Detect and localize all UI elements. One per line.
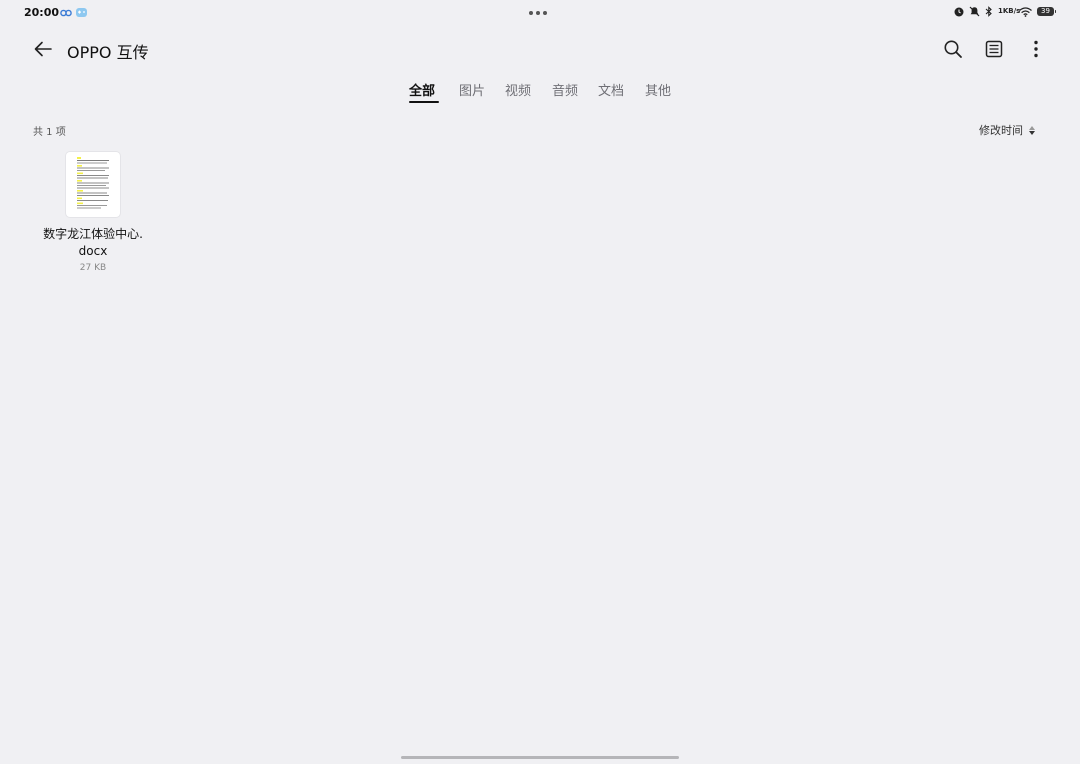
home-indicator[interactable] [401,756,679,759]
sort-label: 修改时间 [979,124,1023,137]
back-button[interactable] [30,36,56,62]
active-tab-indicator [409,101,439,103]
tab-audio[interactable]: 音频 [552,80,578,99]
multitask-dots[interactable] [529,11,547,15]
status-bar: 20:00 1KB/s 39 [0,0,1080,26]
bluetooth-icon [985,6,992,17]
tab-all[interactable]: 全部 [409,80,435,99]
document-thumbnail-icon [66,152,120,217]
status-left-icons [60,7,88,18]
status-time: 20:00 [24,6,60,19]
alarm-icon [954,7,964,16]
network-speed: 1KB/s [998,7,1021,15]
page-title: OPPO 互传 [67,43,149,62]
tab-videos[interactable]: 视频 [505,80,531,99]
item-count: 共 1 项 [33,127,66,138]
search-button[interactable] [940,36,966,62]
link-icon [60,9,72,16]
tab-images[interactable]: 图片 [459,80,485,99]
sort-control[interactable]: 修改时间 [979,122,1035,138]
file-size: 27 KB [79,263,107,273]
sort-arrows-icon [1029,125,1035,135]
tab-other[interactable]: 其他 [645,80,671,99]
more-options-button[interactable] [1023,36,1049,62]
file-name: 数字龙江体验中心.docx [43,227,143,258]
status-right-icons: 1KB/s 39 [954,6,1056,17]
wifi-icon [1019,6,1032,17]
mute-icon [969,6,980,17]
category-tabs: 全部 图片 视频 音频 文档 其他 [0,78,1080,106]
back-arrow-icon [34,41,52,57]
list-view-button[interactable] [981,36,1007,62]
gamepad-icon [76,8,87,17]
app-bar: OPPO 互传 [0,26,1080,72]
battery-icon: 39 [1037,7,1056,16]
list-view-icon [985,40,1003,58]
tab-documents[interactable]: 文档 [598,80,624,99]
search-icon [944,40,962,58]
more-icon [1034,40,1038,58]
